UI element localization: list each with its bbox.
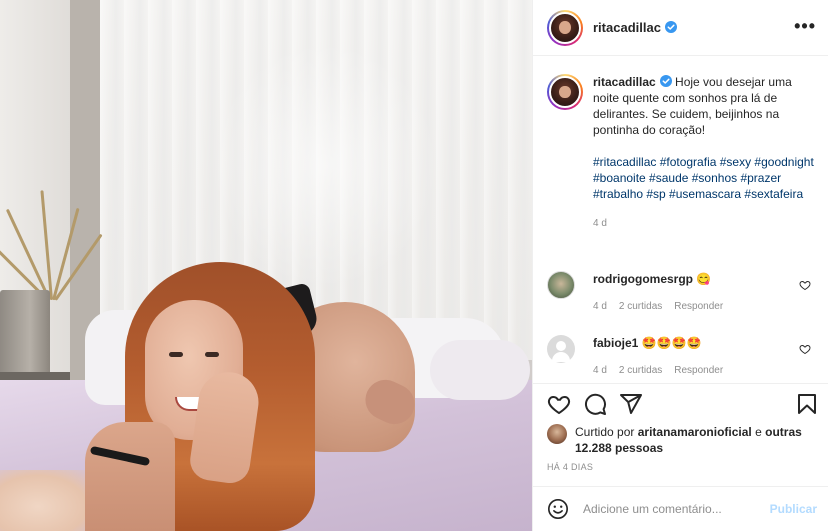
author-username[interactable]: ritacadillac — [593, 20, 677, 35]
author-username-text[interactable]: ritacadillac — [593, 20, 661, 35]
photo-person — [85, 262, 422, 531]
photo-person-eye — [205, 352, 219, 357]
comment-meta: 4 d 2 curtidas Responder — [593, 301, 815, 312]
caption-author-avatar[interactable] — [547, 74, 583, 110]
comment-body: fabioje1 🤩🤩🤩🤩 4 d 2 curtidas Responder — [593, 335, 815, 376]
comment-icon[interactable] — [583, 392, 607, 416]
comment-text: 😋 — [696, 272, 712, 286]
likes-conjunction: e — [755, 425, 762, 439]
comment-body: rodrigogomesrgp 😋 4 d 2 curtidas Respond… — [593, 271, 815, 312]
comment-age[interactable]: 4 d — [593, 301, 607, 312]
liker-avatar[interactable] — [547, 424, 567, 444]
liker-username[interactable]: aritanamaronioficial — [638, 425, 752, 439]
caption-age[interactable]: 4 d — [593, 216, 815, 232]
commenter-username[interactable]: rodrigogomesrgp — [593, 272, 693, 286]
comment-line: rodrigogomesrgp 😋 — [593, 271, 815, 287]
photo-person-arm — [85, 422, 175, 531]
post-header: ritacadillac ••• — [533, 0, 828, 56]
more-options-icon[interactable]: ••• — [794, 17, 816, 35]
verified-badge-icon — [659, 75, 672, 87]
share-icon[interactable] — [619, 392, 643, 416]
bookmark-icon[interactable] — [795, 392, 819, 416]
commenter-avatar-placeholder[interactable] — [547, 335, 575, 363]
avatar-image — [549, 76, 581, 108]
post-comment-button[interactable]: Publicar — [770, 502, 817, 516]
verified-badge-icon — [664, 21, 677, 33]
post-side-panel: ritacadillac ••• ritacadillac Hoje vou d… — [532, 0, 828, 531]
caption-body: ritacadillac Hoje vou desejar uma noite … — [593, 74, 815, 232]
comment-like-heart-icon[interactable] — [799, 279, 811, 291]
comment-item: fabioje1 🤩🤩🤩🤩 4 d 2 curtidas Responder — [547, 335, 815, 376]
comment-reply-button[interactable]: Responder — [674, 301, 723, 312]
post-photo[interactable] — [0, 0, 532, 531]
instagram-post: ritacadillac ••• ritacadillac Hoje vou d… — [0, 0, 828, 531]
comment-input[interactable] — [583, 501, 763, 516]
photo-blanket — [0, 470, 95, 531]
commenter-username[interactable]: fabioje1 — [593, 336, 638, 350]
caption-username[interactable]: ritacadillac — [593, 75, 656, 89]
likes-summary: Curtido por aritanamaronioficial e outra… — [547, 424, 819, 456]
photo-window-light — [210, 40, 440, 290]
likes-prefix: Curtido por — [575, 425, 635, 439]
comment-reply-button[interactable]: Responder — [674, 365, 723, 376]
emoji-icon[interactable] — [547, 498, 569, 520]
avatar-image — [549, 11, 581, 44]
comment-likes-count[interactable]: 2 curtidas — [619, 365, 662, 376]
post-date[interactable]: HÁ 4 DIAS — [547, 462, 593, 472]
comment-text: 🤩🤩🤩🤩 — [641, 336, 702, 350]
photo-pillow — [430, 340, 530, 400]
heart-icon[interactable] — [547, 392, 571, 416]
post-caption: ritacadillac Hoje vou desejar uma noite … — [547, 74, 815, 232]
comment-likes-count[interactable]: 2 curtidas — [619, 301, 662, 312]
add-comment-bar: Publicar — [533, 486, 828, 531]
divider — [533, 383, 828, 384]
caption-hashtags[interactable]: #ritacadillac #fotografia #sexy #goodnig… — [593, 154, 815, 202]
comment-like-heart-icon[interactable] — [799, 343, 811, 355]
comment-line: fabioje1 🤩🤩🤩🤩 — [593, 335, 815, 351]
author-avatar[interactable] — [547, 9, 583, 46]
post-actions — [547, 392, 819, 418]
photo-person-eye — [169, 352, 183, 357]
comment-item: rodrigogomesrgp 😋 4 d 2 curtidas Respond… — [547, 271, 815, 312]
photo-vase — [0, 290, 50, 375]
commenter-avatar[interactable] — [547, 271, 575, 299]
comment-age[interactable]: 4 d — [593, 365, 607, 376]
likes-text: Curtido por aritanamaronioficial e outra… — [575, 424, 819, 456]
comment-meta: 4 d 2 curtidas Responder — [593, 365, 815, 376]
